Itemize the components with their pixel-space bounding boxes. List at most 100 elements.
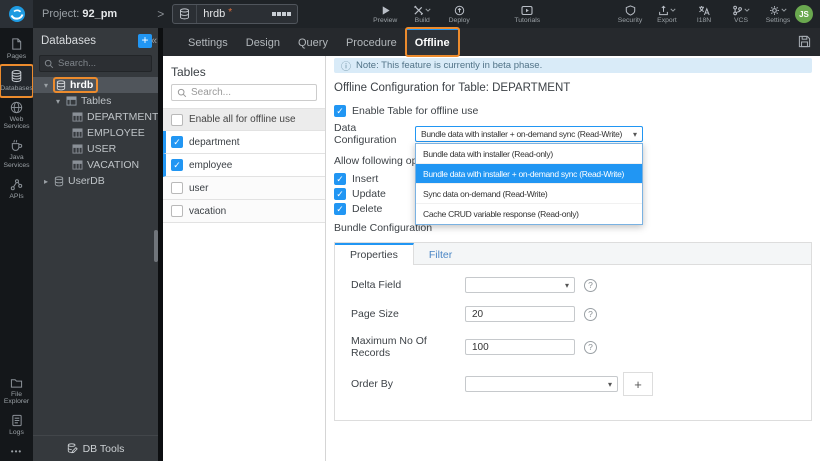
tab-offline[interactable]: Offline [404, 27, 460, 57]
checkbox-unchecked[interactable] [171, 113, 183, 126]
branch-icon [732, 5, 743, 16]
checkbox-unchecked[interactable] [171, 205, 183, 217]
tree-node-table[interactable]: DEPARTMENT [33, 109, 158, 125]
tree-node-userdb[interactable]: ▸ UserDB [33, 173, 158, 189]
caret-down-icon[interactable]: ▾ [42, 81, 50, 90]
page-size-input[interactable] [465, 306, 575, 322]
tutorials-button[interactable]: Tutorials [514, 4, 540, 24]
tree-node-hrdb[interactable]: ▾ hrdb [33, 77, 158, 93]
panel-divider: « [151, 28, 163, 461]
i18n-button[interactable]: I18N [691, 4, 717, 24]
delta-field-select[interactable]: ▾ [465, 277, 575, 293]
help-icon[interactable]: ? [584, 340, 597, 354]
add-order-by-button[interactable]: + [623, 372, 653, 396]
order-by-select[interactable]: ▾ [465, 376, 618, 392]
table-row-vacation[interactable]: vacation [163, 200, 325, 223]
deploy-button[interactable]: Deploy [446, 4, 472, 24]
sidebar-item-databases[interactable]: Databases [0, 63, 34, 98]
sidebar-item-web-services[interactable]: Web Services [0, 97, 33, 136]
vcs-button[interactable]: VCS [728, 4, 754, 24]
logs-icon [11, 414, 23, 427]
table-row-employee[interactable]: ✓ employee [163, 154, 325, 177]
tab-settings[interactable]: Settings [179, 28, 237, 56]
sidebar-item-java-services[interactable]: Java Services [0, 135, 33, 174]
tree-node-table[interactable]: EMPLOYEE [33, 125, 158, 141]
delta-field-label: Delta Field [351, 279, 402, 291]
sidebar-item-label: Java Services [3, 154, 30, 170]
export-button[interactable]: Export [654, 4, 680, 24]
checkbox-checked[interactable]: ✓ [334, 188, 346, 200]
more-options-button[interactable]: ••• [11, 441, 22, 461]
table-icon [72, 144, 83, 154]
tables-search-input[interactable] [191, 87, 306, 98]
enable-all-label: Enable all for offline use [189, 114, 296, 125]
tree-node-label: DEPARTMENT [87, 111, 158, 123]
selected-value: Bundle data with installer + on-demand s… [421, 129, 623, 139]
bundle-configuration-panel: Properties Filter Delta Field ▾ ? Page S… [334, 242, 812, 421]
tree-node-tables[interactable]: ▾ Tables [33, 93, 158, 109]
checkbox-checked[interactable]: ✓ [334, 173, 346, 185]
tab-filter[interactable]: Filter [414, 243, 467, 264]
database-search[interactable] [39, 55, 152, 72]
table-row-user[interactable]: user [163, 177, 325, 200]
caret-down-icon[interactable]: ▾ [54, 97, 62, 106]
add-database-button[interactable]: + [138, 34, 152, 48]
save-icon[interactable] [798, 35, 811, 48]
checkbox-checked[interactable]: ✓ [171, 159, 183, 171]
security-button[interactable]: Security [617, 4, 643, 24]
help-icon[interactable]: ? [584, 278, 597, 292]
database-search-input[interactable] [58, 58, 148, 69]
dropdown-option[interactable]: Sync data on-demand (Read-Write) [416, 184, 642, 204]
tab-properties[interactable]: Properties [335, 243, 414, 265]
tab-query[interactable]: Query [289, 28, 337, 56]
data-configuration-select[interactable]: Bundle data with installer + on-demand s… [415, 126, 643, 142]
preview-button[interactable]: Preview [372, 4, 398, 24]
grid-view-icon[interactable] [272, 12, 292, 16]
tables-folder-icon [66, 96, 77, 106]
topbar-actions-right: Security Export I18N VCS Settings [617, 4, 791, 24]
tab-procedure[interactable]: Procedure [337, 28, 406, 56]
page-title: Offline Configuration for Table: DEPARTM… [334, 82, 571, 94]
tree-node-label: UserDB [68, 175, 105, 187]
check-icon: ✓ [336, 189, 344, 199]
action-label: Export [657, 17, 677, 24]
document-name: hrdb [203, 8, 226, 20]
dropdown-option[interactable]: Cache CRUD variable response (Read-only) [416, 204, 642, 224]
unsaved-marker: * [228, 6, 233, 18]
tree-node-table[interactable]: VACATION [33, 157, 158, 173]
checkbox-checked[interactable]: ✓ [334, 105, 346, 117]
checkbox-checked[interactable]: ✓ [171, 136, 183, 148]
app-logo[interactable] [0, 0, 33, 28]
sidebar-item-apis[interactable]: APIs [0, 174, 33, 205]
settings-button[interactable]: Settings [765, 4, 791, 24]
db-tools-button[interactable]: DB Tools [33, 435, 158, 461]
max-records-row: Maximum No Of Records ? [351, 335, 795, 359]
caret-right-icon[interactable]: ▸ [42, 177, 50, 186]
table-icon [72, 160, 83, 170]
dropdown-option-selected[interactable]: Bundle data with installer + on-demand s… [416, 164, 642, 184]
tab-design[interactable]: Design [237, 28, 289, 56]
enable-all-row[interactable]: Enable all for offline use [163, 108, 325, 131]
collapse-panel-icon[interactable]: « [151, 35, 157, 47]
help-icon[interactable]: ? [584, 307, 597, 321]
max-records-input[interactable] [465, 339, 575, 355]
user-avatar[interactable]: JS [795, 5, 813, 23]
sidebar-item-file-explorer[interactable]: File Explorer [0, 373, 33, 411]
gear-icon [769, 5, 780, 16]
tree-node-table[interactable]: USER [33, 141, 158, 157]
topbar-actions-left: Preview Build Deploy [372, 4, 472, 24]
checkbox-unchecked[interactable] [171, 182, 183, 194]
enable-table-row[interactable]: ✓ Enable Table for offline use [334, 105, 812, 117]
sidebar-item-pages[interactable]: Pages [0, 33, 33, 65]
max-records-label: Maximum No Of Records [351, 335, 427, 359]
dropdown-option[interactable]: Bundle data with installer (Read-only) [416, 144, 642, 164]
open-document-tab[interactable]: hrdb * [172, 4, 299, 24]
annotation-box-hrdb: hrdb [52, 77, 99, 93]
build-button[interactable]: Build [409, 4, 435, 24]
project-breadcrumb: Project: 92_pm [42, 8, 117, 20]
table-row-department[interactable]: ✓ department [163, 131, 325, 154]
sidebar-item-logs[interactable]: Logs [0, 410, 33, 441]
checkbox-checked[interactable]: ✓ [334, 203, 346, 215]
tables-search[interactable] [171, 84, 317, 101]
check-icon: ✓ [173, 160, 181, 170]
